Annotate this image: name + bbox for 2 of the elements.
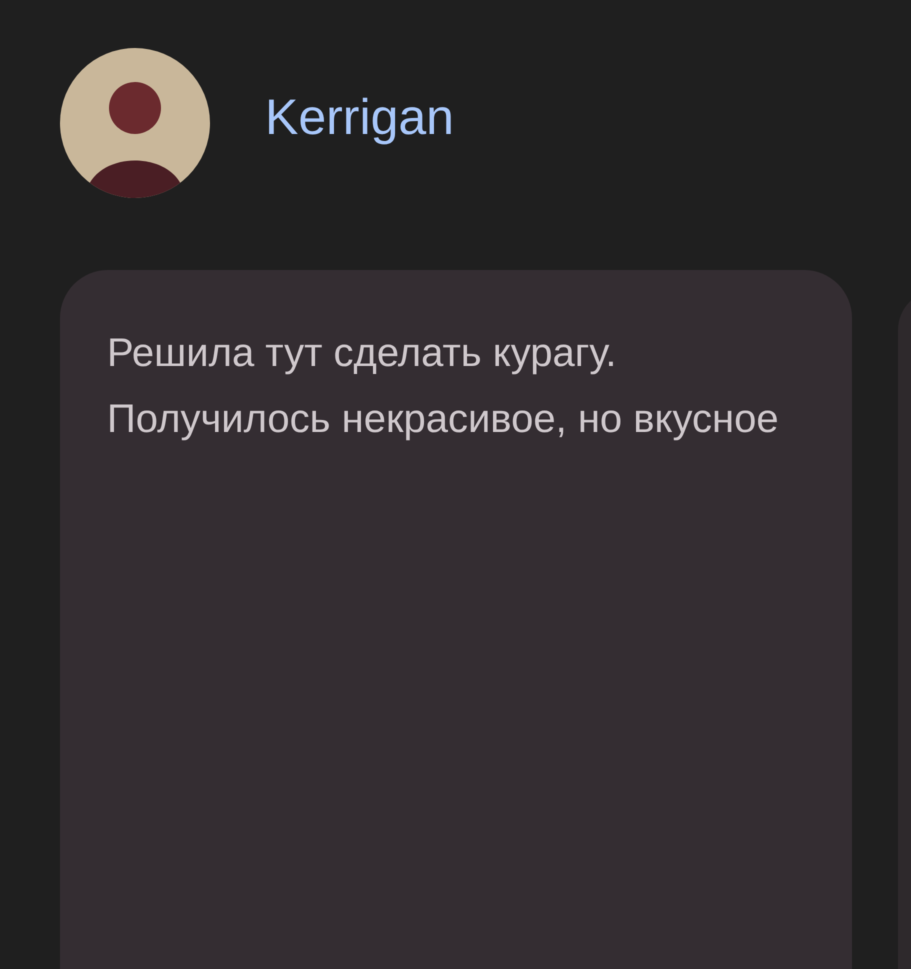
post-text: Решила тут сделать курагу. Получилось некрасивое, но вкусное bbox=[107, 330, 780, 443]
author-name[interactable]: Kerrigan bbox=[265, 88, 454, 146]
